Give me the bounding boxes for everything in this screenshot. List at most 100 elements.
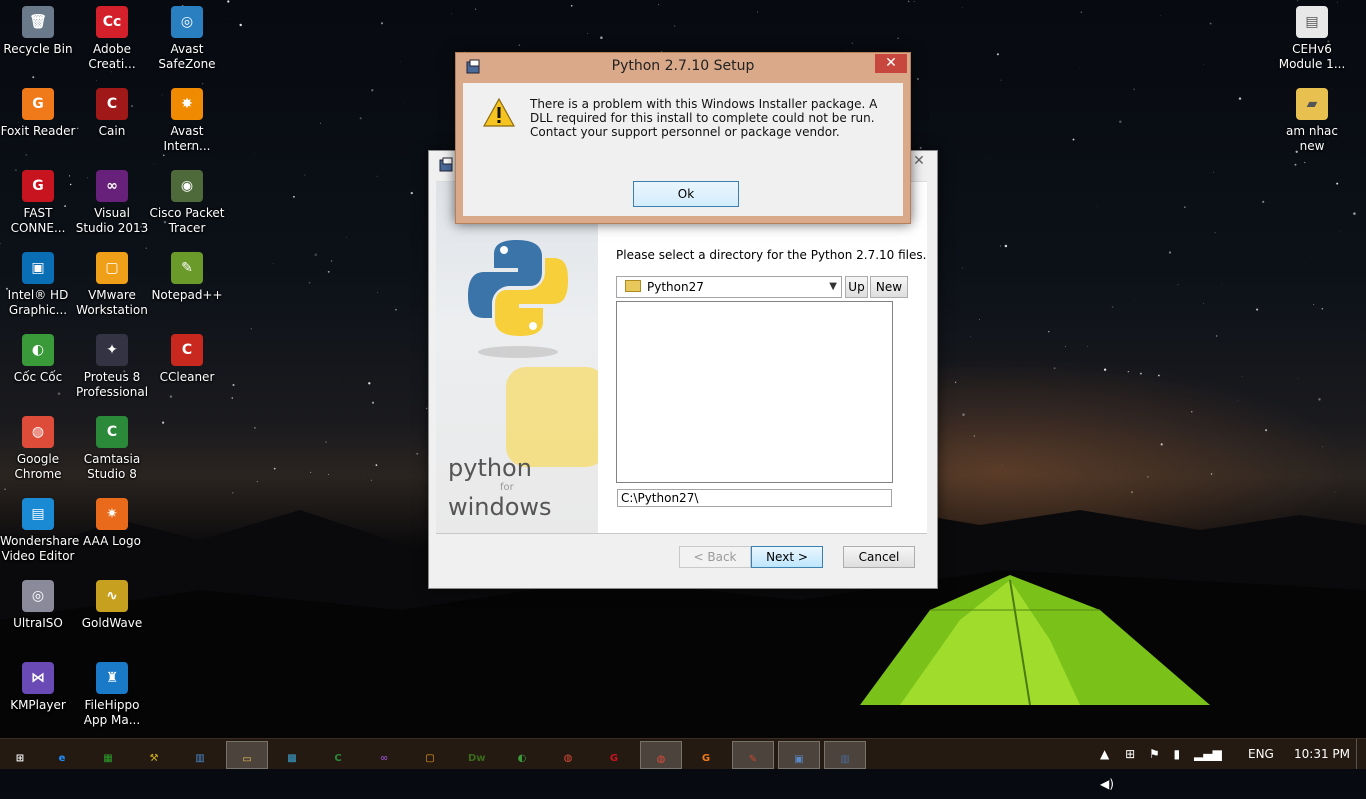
taskbar-button[interactable]: ▭ (226, 741, 268, 769)
internet-explorer-icon: e (54, 751, 70, 767)
taskbar-button[interactable]: G (686, 741, 726, 767)
taskbar-button[interactable]: ▦ (88, 741, 128, 767)
up-button[interactable]: Up (845, 276, 868, 298)
error-title: Python 2.7.10 Setup (612, 58, 755, 74)
clock[interactable]: 10:31 PM (1294, 739, 1350, 769)
vmware-icon: ▢ (96, 252, 128, 284)
directory-dropdown[interactable]: Python27 ▼ (616, 276, 842, 298)
desktop-icon[interactable]: ▤ Wondershare Video Editor (0, 492, 76, 568)
show-desktop-button[interactable] (1356, 739, 1366, 769)
desktop-icon-label: KMPlayer (0, 698, 76, 713)
desktop-icon[interactable]: CCCleaner (149, 328, 225, 404)
desktop-icon[interactable]: ⋈KMPlayer (0, 656, 76, 732)
taskbar-button[interactable]: ▣ (778, 741, 820, 769)
desktop-icon[interactable]: 🗑Recycle Bin (0, 0, 76, 76)
desktop-icon[interactable]: C Cain (74, 82, 150, 158)
taskbar: ⊞e▦⚒▥▭▩C∞▢Dw◐◍G◍G✎▣▥ ▲ ⊞ ⚑ ▮ ▂▄▆ ◀) ENG … (0, 738, 1366, 769)
taskbar-button[interactable]: ∞ (364, 741, 404, 767)
desktop-icon[interactable]: ✷AAA Logo (74, 492, 150, 568)
desktop-icon[interactable]: ◎UltraISO (0, 574, 76, 650)
taskbar-button[interactable]: e (42, 741, 82, 767)
action-center-icon[interactable]: ⊞ (1125, 747, 1135, 761)
error-close-button[interactable]: ✕ (875, 54, 907, 73)
desktop-icon-label: Avast SafeZone (149, 42, 225, 72)
coc-coc-icon: ◐ (22, 334, 54, 366)
new-folder-button[interactable]: New (870, 276, 908, 298)
taskbar-button[interactable]: G (594, 741, 634, 767)
desktop-icon-label: FileHippo App Ma... (74, 698, 150, 728)
cancel-button[interactable]: Cancel (843, 546, 915, 568)
taskbar-button[interactable]: Dw (456, 741, 496, 767)
desktop-icon[interactable]: ▤CEHv6 Module 1... (1274, 0, 1350, 76)
desktop-icon-label: Foxit Reader (0, 124, 76, 139)
desktop-icon-label: Wondershare Video Editor (0, 534, 76, 564)
tray-expand-icon[interactable]: ▲ (1100, 747, 1109, 761)
desktop-icon[interactable]: ▰am nhac new (1274, 82, 1350, 158)
desktop-icon-label: AAA Logo (74, 534, 150, 549)
desktop-icon[interactable]: ◎ Avast SafeZone (149, 0, 225, 76)
volume-icon[interactable]: ◀) (1100, 777, 1114, 791)
button-separator (436, 533, 927, 534)
desktop-icon-label: am nhac new (1274, 124, 1350, 154)
desktop-icon-label: Cain (74, 124, 150, 139)
taskbar-button[interactable]: ◍ (640, 741, 682, 769)
directory-listbox[interactable] (616, 301, 893, 483)
taskbar-button[interactable]: ▩ (272, 741, 312, 767)
cain-icon: C (96, 88, 128, 120)
avast-safezone-icon: ◎ (171, 6, 203, 38)
language-indicator[interactable]: ENG (1248, 739, 1274, 769)
desktop-icon[interactable]: ✎Notepad++ (149, 246, 225, 322)
desktop-icon[interactable]: ✸Avast Intern... (149, 82, 225, 158)
desktop-icon[interactable]: ∞Visual Studio 2013 (74, 164, 150, 240)
installer-icon (466, 59, 482, 75)
goldwave-icon: ∿ (96, 580, 128, 612)
taskbar-button[interactable]: ⊞ (0, 741, 40, 767)
taskbar-button[interactable]: ◍ (548, 741, 588, 767)
error-message: There is a problem with this Windows Ins… (530, 97, 900, 139)
desktop-icon[interactable]: G Foxit Reader (0, 82, 76, 158)
taskbar-button[interactable]: ◐ (502, 741, 542, 767)
adobe-creative-cloud-icon: Cc (96, 6, 128, 38)
desktop-icon[interactable]: CCamtasia Studio 8 (74, 410, 150, 486)
wondershare-video-editor-icon: ▤ (22, 498, 54, 530)
ok-button[interactable]: Ok (633, 181, 739, 207)
taskbar-button[interactable]: ✎ (732, 741, 774, 769)
desktop-icon-label: UltraISO (0, 616, 76, 631)
foxit-taskbar-icon: G (698, 751, 714, 767)
desktop-icon[interactable]: ✦Proteus 8 Professional (74, 328, 150, 404)
chrome-icon: ◍ (22, 416, 54, 448)
desktop-icon[interactable]: ▣Intel® HD Graphic... (0, 246, 76, 322)
taskbar-button[interactable]: ⚒ (134, 741, 174, 767)
desktop-icon[interactable]: ♜FileHippo App Ma... (74, 656, 150, 732)
desktop-icon[interactable]: ▢VMware Workstation (74, 246, 150, 322)
taskbar-button[interactable]: ▥ (180, 741, 220, 767)
back-button[interactable]: < Back (679, 546, 751, 568)
desktop-icon-label: Avast Intern... (149, 124, 225, 154)
desktop-icon[interactable]: GFAST CONNE... (0, 164, 76, 240)
error-dialog: Python 2.7.10 Setup ✕ There is a problem… (455, 52, 911, 224)
visual-studio-taskbar-icon: ∞ (376, 751, 392, 767)
desktop-icon-label: Adobe Creati... (74, 42, 150, 72)
battery-icon[interactable]: ▮ (1174, 747, 1181, 761)
flag-icon[interactable]: ⚑ (1149, 747, 1160, 761)
desktop-icon[interactable]: ∿GoldWave (74, 574, 150, 650)
chrome-taskbar-icon: ◍ (560, 751, 576, 767)
taskbar-button[interactable]: ▥ (824, 741, 866, 769)
setup-close-button[interactable]: ✕ (909, 153, 929, 171)
desktop-icon[interactable]: Cc Adobe Creati... (74, 0, 150, 76)
signal-icon[interactable]: ▂▄▆ (1194, 747, 1222, 761)
desktop-icon-label: Intel® HD Graphic... (0, 288, 76, 318)
next-button[interactable]: Next > (751, 546, 823, 568)
installer2-icon: ✎ (745, 752, 761, 768)
desktop-icon[interactable]: ◍Google Chrome (0, 410, 76, 486)
proteus-icon: ✦ (96, 334, 128, 366)
setup-body: python for windows Please select a direc… (436, 181, 927, 534)
foxit-reader-icon: G (22, 88, 54, 120)
taskbar-button[interactable]: C (318, 741, 358, 767)
desktop-icon[interactable]: ◐Cốc Cốc (0, 328, 76, 404)
error-titlebar[interactable]: Python 2.7.10 Setup ✕ (456, 53, 910, 79)
install-path-field[interactable]: C:\Python27\ (617, 489, 892, 507)
taskbar-button[interactable]: ▢ (410, 741, 450, 767)
network-app-icon: ▣ (791, 752, 807, 768)
desktop-icon[interactable]: ◉Cisco Packet Tracer (149, 164, 225, 240)
